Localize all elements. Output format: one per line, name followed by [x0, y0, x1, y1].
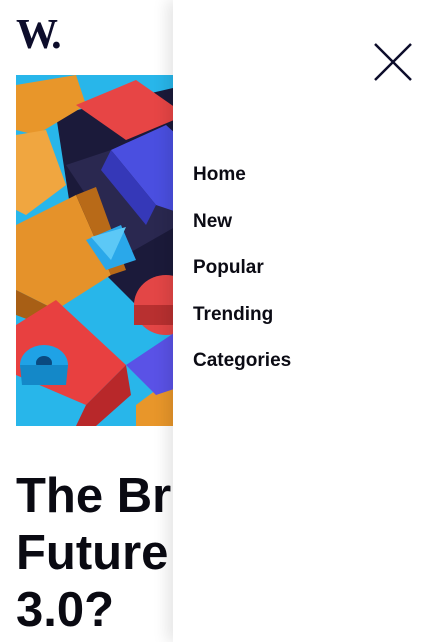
site-logo[interactable]: W. [16, 14, 62, 56]
menu-list: Home New Popular Trending Categories [193, 163, 291, 396]
headline-line: Future [16, 526, 169, 580]
menu-item-home[interactable]: Home [193, 163, 291, 186]
headline-line: 3.0? [16, 583, 115, 637]
close-icon[interactable] [373, 42, 413, 82]
menu-item-trending[interactable]: Trending [193, 303, 291, 326]
headline-line: The Br [16, 469, 172, 523]
menu-item-new[interactable]: New [193, 210, 291, 233]
menu-item-popular[interactable]: Popular [193, 256, 291, 279]
menu-item-categories[interactable]: Categories [193, 349, 291, 372]
article-headline[interactable]: The Br Future 3.0? [16, 468, 171, 639]
navigation-drawer: Home New Popular Trending Categories [173, 0, 433, 642]
